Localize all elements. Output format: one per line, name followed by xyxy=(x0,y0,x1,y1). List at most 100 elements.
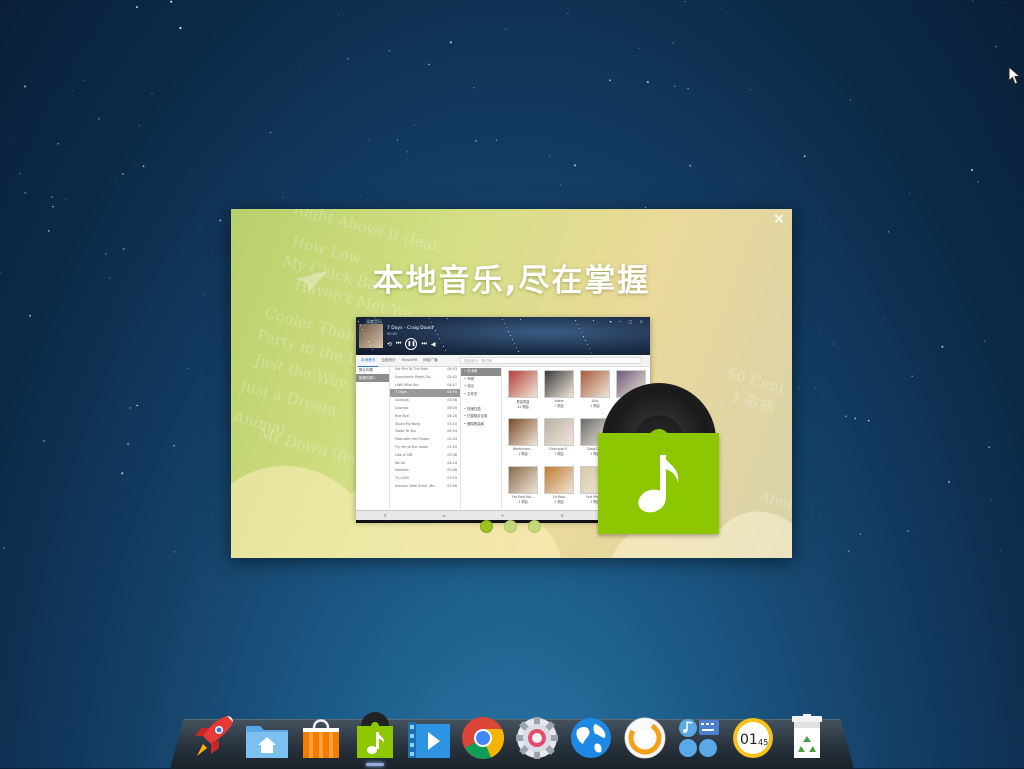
song-row: Cosmos 06:09 xyxy=(390,405,460,413)
dock-software-center[interactable] xyxy=(294,704,348,760)
star xyxy=(673,85,676,88)
playlist-sidebar: 默认列表 新建列表1 xyxy=(356,366,390,510)
star xyxy=(911,375,913,377)
close-button[interactable]: × xyxy=(772,212,786,226)
song-duration: 04:26 xyxy=(447,413,457,418)
star xyxy=(909,192,911,194)
category-item: • 流派 xyxy=(464,384,474,388)
song-duration: 04:24 xyxy=(447,460,457,465)
star xyxy=(882,318,884,320)
artist-song-count: 1 歌曲 xyxy=(518,499,528,504)
star xyxy=(431,322,432,323)
ring-gauge-icon xyxy=(624,717,666,759)
dock-chrome[interactable] xyxy=(456,704,510,760)
star xyxy=(798,387,800,389)
song-title: Autumn Dew Scent (Re... xyxy=(395,483,438,488)
dock-launcher[interactable] xyxy=(186,704,240,760)
song-duration: 03:46 xyxy=(447,483,457,488)
category-item xyxy=(461,398,501,406)
star xyxy=(687,87,689,90)
song-duration: 05:48 xyxy=(447,468,457,473)
star xyxy=(999,550,1002,552)
artist-song-count: 42 歌曲 xyxy=(517,405,529,409)
star xyxy=(83,80,85,82)
star xyxy=(172,20,174,22)
star xyxy=(514,343,515,344)
album-cover xyxy=(359,324,383,348)
dock-music-player[interactable] xyxy=(348,704,402,766)
song-row: Galaxya 03:48 xyxy=(390,397,460,405)
star xyxy=(115,183,116,185)
star xyxy=(179,26,182,30)
dock-system-settings[interactable] xyxy=(510,704,564,760)
star xyxy=(122,247,125,250)
star xyxy=(445,350,446,351)
artist-card: 群星歌曲 42 歌曲 xyxy=(508,370,538,415)
slide-dot-1[interactable] xyxy=(480,520,493,533)
category-item: • 快速扫描 xyxy=(464,406,481,411)
star xyxy=(65,198,67,200)
star xyxy=(437,334,438,335)
dock-system-monitor[interactable] xyxy=(618,704,672,760)
star xyxy=(581,332,582,333)
shopping-bag-icon xyxy=(303,719,339,758)
slide-dot-2[interactable] xyxy=(504,520,517,533)
star xyxy=(518,351,519,352)
star xyxy=(984,340,986,342)
star xyxy=(749,89,751,91)
globe-icon xyxy=(571,718,611,758)
song-row: Like A Gift 03:36 xyxy=(390,452,460,460)
dock-clock[interactable]: 01 45 xyxy=(726,704,780,760)
dock-browser[interactable] xyxy=(564,704,618,760)
song-duration: 05:42 xyxy=(447,374,457,379)
star xyxy=(358,321,359,322)
song-row: Set Fire To The Rain 04:03 xyxy=(390,366,460,374)
slide-dot-3[interactable] xyxy=(528,520,541,533)
song-title: Symphonic Poem Ge... xyxy=(395,374,434,379)
star xyxy=(43,439,46,443)
star xyxy=(559,184,561,186)
chrome-icon xyxy=(462,717,505,759)
star xyxy=(508,331,509,332)
star xyxy=(429,318,430,319)
song-title: Mad with the Flower xyxy=(395,437,430,442)
dock-input-settings[interactable] xyxy=(672,704,726,760)
star xyxy=(567,12,569,15)
star xyxy=(57,143,59,145)
star xyxy=(669,3,671,5)
star xyxy=(170,0,173,3)
star xyxy=(809,76,810,77)
star xyxy=(447,318,448,319)
star xyxy=(360,325,361,326)
song-row: I Will Miss You 04:07 xyxy=(390,382,460,390)
playlist-item: 新建列表1 xyxy=(356,374,389,382)
star xyxy=(51,196,53,198)
star xyxy=(406,158,408,160)
star xyxy=(78,493,80,494)
star xyxy=(368,139,370,141)
dock-file-manager[interactable] xyxy=(240,704,294,760)
star xyxy=(845,415,847,417)
star xyxy=(994,45,997,48)
dock-video-player[interactable] xyxy=(402,704,456,760)
star xyxy=(269,131,272,134)
star xyxy=(24,85,26,88)
dock-trash[interactable] xyxy=(780,704,834,760)
now-playing-title: 7 Days - Craig David xyxy=(387,326,434,331)
star xyxy=(362,329,363,330)
star xyxy=(104,252,107,255)
song-title: No Air xyxy=(395,460,406,465)
star xyxy=(435,330,436,331)
star xyxy=(585,340,586,341)
artist-card: Far East Mo... 1 歌曲 xyxy=(508,465,538,510)
song-title: Bye Bye xyxy=(395,413,409,418)
star xyxy=(915,317,916,319)
song-duration: 04:07 xyxy=(447,382,457,387)
song-duration: 04:03 xyxy=(447,367,457,371)
song-row: Fly me to the moon 01:55 xyxy=(390,444,460,452)
artist-photo xyxy=(508,465,538,494)
star xyxy=(573,164,576,167)
star xyxy=(299,68,301,70)
star xyxy=(506,327,507,328)
previous-icon: ⏮ xyxy=(396,340,402,347)
